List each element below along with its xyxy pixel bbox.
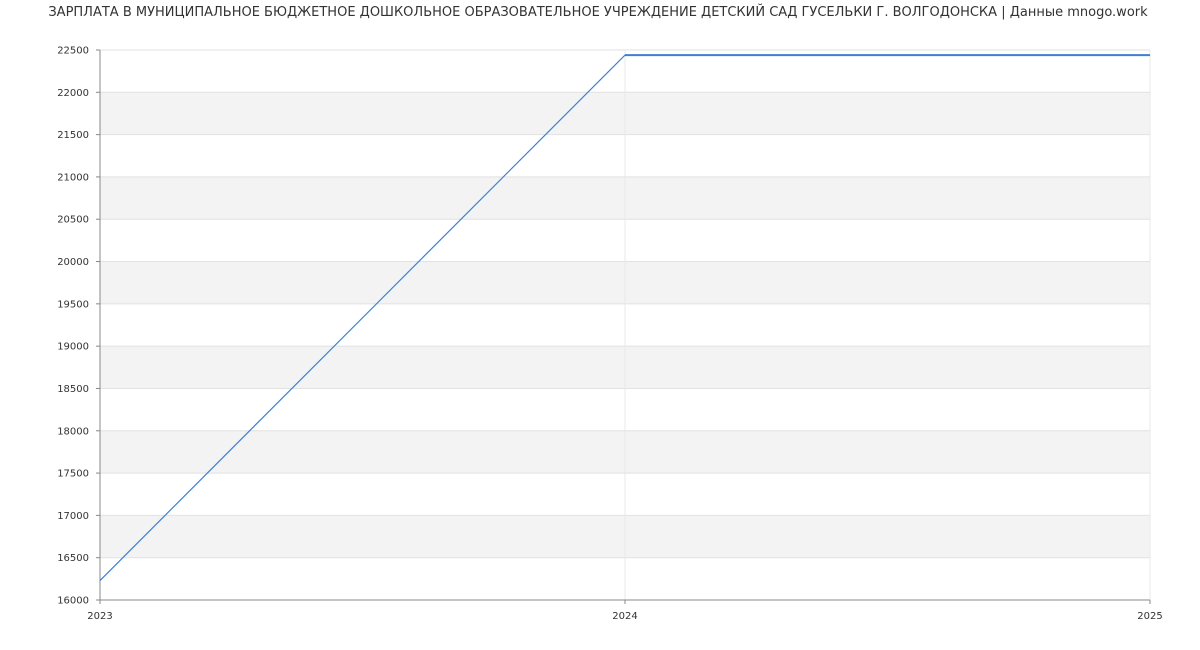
x-tick-labels: 2023 2024 2025 <box>87 611 1162 622</box>
y-tick-labels: 16000 16500 17000 17500 18000 18500 19000 19500… <box>57 46 89 607</box>
y-tick-label: 18500 <box>57 384 89 395</box>
y-tick-label: 21500 <box>57 130 89 141</box>
y-tick-label: 18000 <box>57 426 89 437</box>
y-tick-label: 19500 <box>57 299 89 310</box>
x-tick-label: 2024 <box>612 611 637 622</box>
y-tick-label: 16500 <box>57 553 89 564</box>
x-tick-label: 2025 <box>1137 611 1162 622</box>
y-tick-label: 17500 <box>57 469 89 480</box>
y-tick-label: 22500 <box>57 46 89 57</box>
y-tick-label: 21000 <box>57 172 89 183</box>
y-tick-label: 16000 <box>57 596 89 607</box>
y-tick-label: 22000 <box>57 88 89 99</box>
y-tick-label: 17000 <box>57 511 89 522</box>
x-tick-label: 2023 <box>87 611 112 622</box>
y-tick-label: 20000 <box>57 257 89 268</box>
y-tick-label: 20500 <box>57 215 89 226</box>
line-chart: 16000 16500 17000 17500 18000 18500 19000 19500… <box>57 46 1163 623</box>
y-tick-label: 19000 <box>57 342 89 353</box>
